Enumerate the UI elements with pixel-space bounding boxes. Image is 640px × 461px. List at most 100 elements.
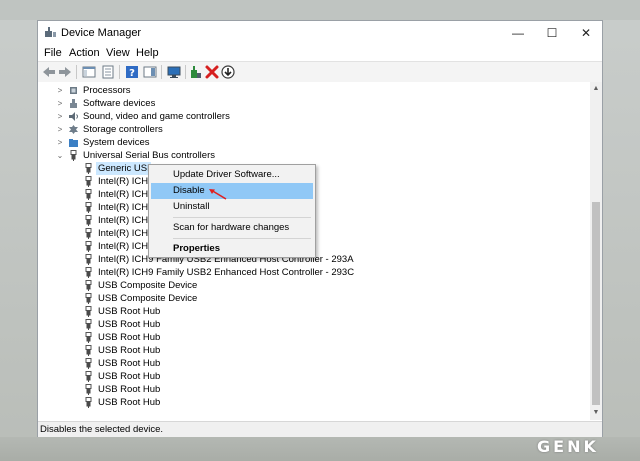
vertical-scrollbar[interactable]: ▲ ▼ [590,82,602,420]
tree-item-system-devices[interactable]: > System devices [38,136,578,149]
usb-plug-icon [85,176,92,187]
uninstall-x-icon[interactable] [204,64,220,80]
usb-plug-icon [85,280,92,291]
properties-sheet-icon[interactable] [100,64,116,80]
tree-item-label: System devices [83,137,150,148]
context-menu-update-driver[interactable]: Update Driver Software... [151,167,313,183]
context-menu-label: Properties [173,243,220,254]
tree-item-usb-device[interactable]: Intel(R) ICH9 Family USB2 Enhanced Host … [38,266,578,279]
tree-item-usb-device[interactable]: USB Composite Device [38,279,578,292]
tree-item-label: Intel(R) ICH9 [98,189,154,200]
context-menu-label: Update Driver Software... [173,169,280,180]
software-device-icon [70,99,77,108]
chevron-right-icon[interactable]: > [56,136,64,149]
status-bar: Disables the selected device. [38,421,602,437]
usb-plug-icon [85,267,92,278]
tree-item-usb-controllers[interactable]: ⌄ Universal Serial Bus controllers [38,149,578,162]
tree-item-storage-controllers[interactable]: > Storage controllers [38,123,578,136]
menu-file[interactable]: File [44,47,62,59]
chevron-right-icon[interactable]: > [56,110,64,123]
tree-item-label: USB Root Hub [98,319,161,330]
title-bar[interactable]: Device Manager — ☐ ✕ [38,21,602,45]
usb-plug-icon [85,163,92,174]
tree-item-label: USB Root Hub [98,358,161,369]
tree-item-usb-device[interactable]: USB Root Hub [38,318,578,331]
close-button[interactable]: ✕ [569,21,603,45]
context-menu: Update Driver Software... Disable Uninst… [148,164,316,258]
usb-plug-icon [85,254,92,265]
scrollbar-thumb[interactable] [592,202,600,405]
context-menu-label: Scan for hardware changes [173,222,290,233]
tree-item-sound-video-game[interactable]: > Sound, video and game controllers [38,110,578,123]
tree-item-label: USB Root Hub [98,384,161,395]
processor-icon [70,87,77,94]
tree-item-label: Intel(R) ICH9 [98,215,154,226]
tree-item-processors[interactable]: > Processors [38,84,578,97]
usb-plug-icon [85,215,92,226]
disable-device-icon[interactable] [220,64,236,80]
scroll-down-arrow-icon[interactable]: ▼ [590,407,602,419]
usb-plug-icon [85,202,92,213]
watermark-text: GENK [537,437,599,456]
tree-item-label: USB Root Hub [98,397,161,408]
usb-plug-icon [85,332,92,343]
scroll-up-arrow-icon[interactable]: ▲ [590,83,602,95]
back-arrow-icon[interactable] [41,64,57,80]
show-hide-console-tree-icon[interactable] [81,64,97,80]
tree-item-usb-device[interactable]: USB Root Hub [38,357,578,370]
tree-item-usb-device[interactable]: USB Root Hub [38,370,578,383]
context-menu-properties[interactable]: Properties [151,241,313,257]
usb-plug-icon [85,319,92,330]
window-title: Device Manager [61,27,142,39]
tree-item-label: Generic USB [98,163,154,174]
context-menu-uninstall[interactable]: Uninstall [151,199,313,215]
context-menu-disable[interactable]: Disable [151,183,313,199]
forward-arrow-icon[interactable] [57,64,73,80]
tree-item-label: Intel(R) ICH9 [98,228,154,239]
scan-hardware-monitor-icon[interactable] [166,64,182,80]
tree-item-usb-device[interactable]: USB Root Hub [38,331,578,344]
tree-item-usb-device[interactable]: USB Composite Device [38,292,578,305]
tree-item-label: Storage controllers [83,124,163,135]
minimize-button[interactable]: — [501,21,535,45]
usb-plug-icon [85,293,92,304]
storage-controller-icon [69,125,78,134]
chevron-right-icon[interactable]: > [56,123,64,136]
desktop-background-top [0,0,640,20]
usb-plug-icon [85,189,92,200]
chevron-right-icon[interactable]: > [56,97,64,110]
tree-item-usb-device[interactable]: USB Root Hub [38,344,578,357]
help-icon[interactable]: ? [124,64,140,80]
usb-plug-icon [85,306,92,317]
status-text: Disables the selected device. [40,424,164,435]
toolbar-separator [161,65,162,79]
context-menu-separator [173,238,311,239]
chevron-right-icon[interactable]: > [56,84,64,97]
tree-item-usb-device[interactable]: USB Root Hub [38,383,578,396]
tree-item-label: Intel(R) ICH9 Family USB2 Enhanced Host … [98,267,355,278]
tree-item-label: USB Root Hub [98,332,161,343]
maximize-button[interactable]: ☐ [535,21,569,45]
menu-action[interactable]: Action [69,47,100,59]
context-menu-scan-hardware[interactable]: Scan for hardware changes [151,220,313,236]
tree-item-label: Intel(R) ICH9 [98,241,154,252]
context-menu-separator [173,217,311,218]
tree-item-usb-device[interactable]: USB Root Hub [38,305,578,318]
chevron-down-icon[interactable]: ⌄ [56,149,64,162]
red-annotation-arrow-icon [209,189,227,200]
device-manager-window: Device Manager — ☐ ✕ File Action View He… [37,20,603,437]
toolbar-separator [76,65,77,79]
menu-help[interactable]: Help [136,47,159,59]
tree-item-software-devices[interactable]: > Software devices [38,97,578,110]
svg-text:?: ? [129,68,135,79]
toolbar: ? [38,61,602,83]
update-driver-icon[interactable] [188,64,204,80]
usb-plug-icon [85,228,92,239]
menu-view[interactable]: View [106,47,130,59]
usb-plug-icon [85,371,92,382]
tree-item-label: Software devices [83,98,156,109]
tree-item-usb-device[interactable]: USB Root Hub [38,396,578,409]
action-pane-icon[interactable] [142,64,158,80]
tree-item-label: Universal Serial Bus controllers [83,150,215,161]
tree-item-label: USB Composite Device [98,280,198,291]
